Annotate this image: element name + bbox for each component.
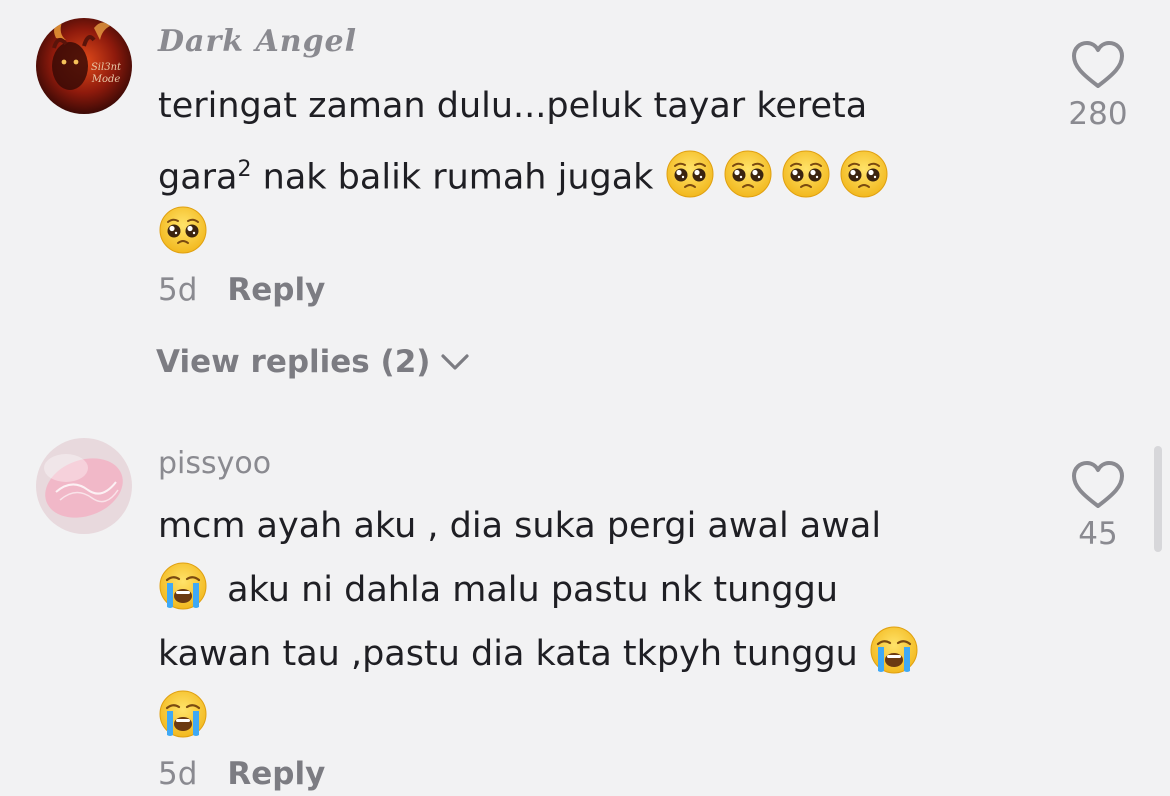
- scrollbar[interactable]: [1154, 446, 1162, 552]
- pleading-face-emoji-icon: [665, 149, 715, 199]
- comment-line-text: aku ni dahla malu pastu nk tunggu: [227, 570, 839, 610]
- comment-username[interactable]: Dark Angel: [158, 24, 357, 59]
- comment-line: [158, 202, 1018, 266]
- like-button[interactable]: 280: [1060, 40, 1136, 132]
- avatar-text-1: Sil3nt: [91, 62, 122, 73]
- avatar[interactable]: Sil3nt Mode: [36, 18, 132, 114]
- comment-body: mcm ayah aku , dia suka pergi awal awal …: [158, 494, 1018, 750]
- avatar[interactable]: [36, 438, 132, 534]
- like-count: 45: [1078, 516, 1118, 552]
- like-count: 280: [1068, 96, 1128, 132]
- pleading-face-emoji-icon: [723, 149, 773, 199]
- pleading-face-emoji-icon: [839, 149, 889, 199]
- like-button[interactable]: 45: [1060, 460, 1136, 552]
- comment-meta: 5d Reply: [158, 272, 325, 308]
- comment-username[interactable]: pissyoo: [158, 446, 271, 481]
- comment-line: aku ni dahla malu pastu nk tunggu: [158, 558, 1018, 622]
- loudly-crying-face-emoji-icon: [158, 561, 208, 611]
- chevron-down-icon: [441, 354, 470, 370]
- comment-meta: 5d Reply: [158, 756, 325, 792]
- comment-line: teringat zaman dulu...peluk tayar kereta: [158, 86, 868, 126]
- comment-age: 5d: [158, 756, 198, 792]
- comment-line: gara2 nak balik rumah jugak: [158, 138, 1018, 202]
- comment-line-text: nak balik rumah jugak: [262, 157, 654, 198]
- reply-button[interactable]: Reply: [227, 272, 325, 308]
- comment-line: kawan tau ,pastu dia kata tkpyh tunggu: [158, 622, 1018, 686]
- pleading-face-emoji-icon: [158, 205, 208, 255]
- heart-outline-icon: [1072, 41, 1124, 88]
- comment-age: 5d: [158, 272, 198, 308]
- view-replies-label: View replies (2): [156, 344, 431, 380]
- heart-outline-icon: [1072, 461, 1124, 508]
- comments-screen: Sil3nt Mode Dark Angel teringat zaman du…: [0, 0, 1170, 796]
- superscript: 2: [237, 157, 252, 182]
- loudly-crying-face-emoji-icon: [869, 625, 919, 675]
- comment-body: teringat zaman dulu...peluk tayar kereta…: [158, 74, 1018, 266]
- reply-button[interactable]: Reply: [227, 756, 325, 792]
- loudly-crying-face-emoji-icon: [158, 689, 208, 739]
- comment-line-text: gara: [158, 157, 238, 198]
- avatar-text-2: Mode: [91, 74, 121, 85]
- comment-line-text: kawan tau ,pastu dia kata tkpyh tunggu: [158, 634, 858, 674]
- view-replies-button[interactable]: View replies (2): [156, 344, 470, 380]
- comment-line: [158, 686, 1018, 750]
- comment-line: mcm ayah aku , dia suka pergi awal awal: [158, 506, 882, 546]
- pleading-face-emoji-icon: [781, 149, 831, 199]
